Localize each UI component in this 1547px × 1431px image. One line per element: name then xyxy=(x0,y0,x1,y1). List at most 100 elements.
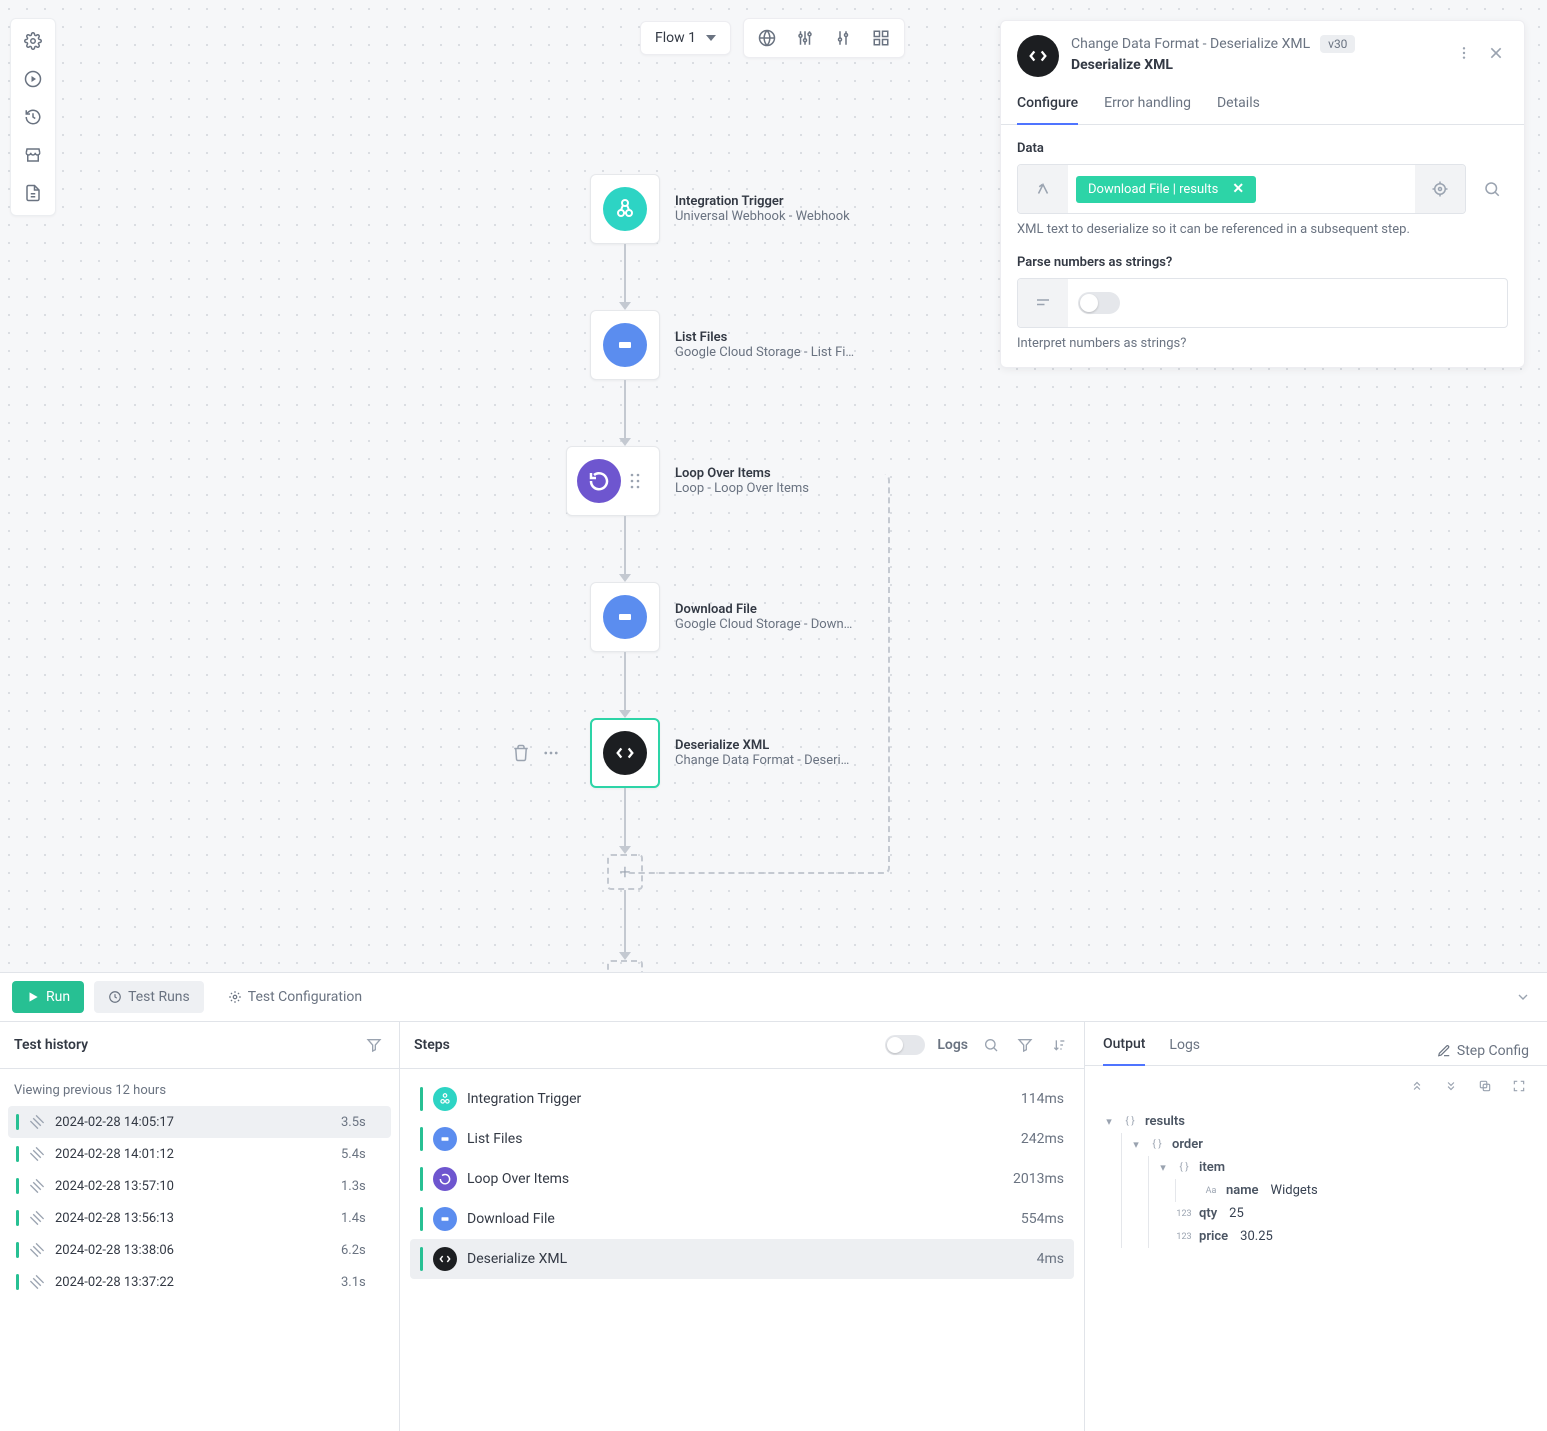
history-row[interactable]: 2024-02-28 13:57:10 1.3s xyxy=(8,1170,391,1202)
data-pill[interactable]: Download File | results ✕ xyxy=(1076,176,1256,203)
node-title: Deserialize XML xyxy=(675,738,849,753)
flow-icon xyxy=(26,1175,49,1198)
tab-details[interactable]: Details xyxy=(1217,95,1260,124)
loop-boundary xyxy=(625,474,890,874)
sliders-icon[interactable] xyxy=(786,23,824,53)
history-row[interactable]: 2024-02-28 13:38:06 6.2s xyxy=(8,1234,391,1266)
step-config-button[interactable]: Step Config xyxy=(1437,1043,1529,1059)
history-timestamp: 2024-02-28 14:05:17 xyxy=(55,1115,331,1130)
step-name: Loop Over Items xyxy=(467,1171,1003,1187)
history-row[interactable]: 2024-02-28 14:05:17 3.5s xyxy=(8,1106,391,1138)
left-toolbar xyxy=(10,18,56,216)
more-icon[interactable] xyxy=(542,744,560,762)
history-timestamp: 2024-02-28 13:57:10 xyxy=(55,1179,331,1194)
output-panel: Output Logs Step Config ▾{ } xyxy=(1085,1022,1547,1431)
parse-toggle-row xyxy=(1017,278,1508,328)
test-history-panel: Test history Viewing previous 12 hours 2… xyxy=(0,1022,400,1431)
target-icon[interactable] xyxy=(1415,165,1465,213)
tab-logs[interactable]: Logs xyxy=(1169,1037,1200,1065)
node-trigger[interactable]: Integration Trigger Universal Webhook - … xyxy=(590,174,910,244)
reference-icon xyxy=(1018,165,1068,213)
data-label: Data xyxy=(1017,141,1508,156)
test-runs-button[interactable]: Test Runs xyxy=(94,981,204,1013)
tree-leaf[interactable]: 123 qty 25 xyxy=(1157,1202,1529,1225)
step-name: Deserialize XML xyxy=(467,1251,1027,1267)
play-icon[interactable] xyxy=(15,61,51,97)
tree-leaf[interactable]: Aa name Widgets xyxy=(1184,1179,1529,1202)
step-time: 554ms xyxy=(1021,1211,1064,1227)
node-title: List Files xyxy=(675,330,854,345)
step-time: 2013ms xyxy=(1013,1171,1064,1187)
parse-help: Interpret numbers as strings? xyxy=(1017,336,1508,351)
sort-icon[interactable] xyxy=(1048,1034,1070,1056)
step-row[interactable]: List Files 242ms xyxy=(410,1119,1074,1159)
search-icon[interactable] xyxy=(980,1034,1002,1056)
tab-configure[interactable]: Configure xyxy=(1017,95,1078,125)
document-icon[interactable] xyxy=(15,175,51,211)
step-row[interactable]: Deserialize XML 4ms xyxy=(410,1239,1074,1279)
step-time: 114ms xyxy=(1021,1091,1064,1107)
tree-node[interactable]: ▾{ } order xyxy=(1130,1133,1529,1156)
loop-icon xyxy=(577,459,621,503)
history-row[interactable]: 2024-02-28 13:37:22 3.1s xyxy=(8,1266,391,1298)
history-duration: 1.3s xyxy=(341,1179,383,1194)
marketplace-icon[interactable] xyxy=(15,137,51,173)
tab-error-handling[interactable]: Error handling xyxy=(1104,95,1191,124)
webhook-icon xyxy=(603,187,647,231)
expand-all-icon[interactable] xyxy=(1441,1076,1461,1096)
step-config-label: Step Config xyxy=(1457,1043,1529,1059)
globe-icon[interactable] xyxy=(748,23,786,53)
component-icon xyxy=(1017,35,1059,77)
tree-node[interactable]: ▾{ } item xyxy=(1157,1156,1529,1179)
test-history-title: Test history xyxy=(14,1037,351,1053)
filter-icon[interactable] xyxy=(1014,1034,1036,1056)
node-subtitle: Loop - Loop Over Items xyxy=(675,481,809,496)
parse-toggle[interactable] xyxy=(1078,292,1120,314)
filter-icon[interactable] xyxy=(363,1034,385,1056)
tab-output[interactable]: Output xyxy=(1103,1036,1145,1066)
history-timestamp: 2024-02-28 13:37:22 xyxy=(55,1275,331,1290)
node-loop[interactable]: Loop Over Items Loop - Loop Over Items xyxy=(566,446,886,516)
flow-selector-label: Flow 1 xyxy=(655,30,696,46)
connector xyxy=(590,652,660,718)
tree-node[interactable]: ▾{ } results xyxy=(1103,1110,1529,1133)
copy-icon[interactable] xyxy=(1475,1076,1495,1096)
node-subtitle: Google Cloud Storage - List Fi… xyxy=(675,345,854,360)
bottom-bar: Run Test Runs Test Configuration xyxy=(0,972,1547,1021)
node-list-files[interactable]: List Files Google Cloud Storage - List F… xyxy=(590,310,910,380)
history-row[interactable]: 2024-02-28 13:56:13 1.4s xyxy=(8,1202,391,1234)
collapse-icon[interactable] xyxy=(1511,985,1535,1009)
logs-toggle[interactable] xyxy=(885,1035,925,1055)
delete-icon[interactable] xyxy=(512,744,530,762)
step-icon xyxy=(433,1127,457,1151)
test-config-button[interactable]: Test Configuration xyxy=(214,981,376,1013)
remove-pill-icon[interactable]: ✕ xyxy=(1232,182,1244,196)
close-icon[interactable] xyxy=(1484,41,1508,65)
status-accent xyxy=(16,1242,19,1258)
connector xyxy=(590,516,660,582)
step-row[interactable]: Integration Trigger 114ms xyxy=(410,1079,1074,1119)
flow-selector[interactable]: Flow 1 xyxy=(640,21,731,55)
run-button[interactable]: Run xyxy=(12,981,84,1013)
settings-icon[interactable] xyxy=(15,23,51,59)
node-title: Loop Over Items xyxy=(675,466,809,481)
add-step-button[interactable]: + xyxy=(607,960,643,972)
fullscreen-icon[interactable] xyxy=(1509,1076,1529,1096)
step-icon xyxy=(433,1207,457,1231)
step-name: Download File xyxy=(467,1211,1011,1227)
grid-icon[interactable] xyxy=(862,23,900,53)
collapse-all-icon[interactable] xyxy=(1407,1076,1427,1096)
tree-leaf[interactable]: 123 price 30.25 xyxy=(1157,1225,1529,1248)
tune-icon[interactable] xyxy=(824,23,862,53)
search-icon[interactable] xyxy=(1476,164,1508,214)
history-row[interactable]: 2024-02-28 14:01:12 5.4s xyxy=(8,1138,391,1170)
drag-handle-icon[interactable] xyxy=(621,472,649,490)
history-icon[interactable] xyxy=(15,99,51,135)
output-tree: ▾{ } results ▾{ } order ▾{ } item Aa xyxy=(1085,1106,1547,1266)
step-row[interactable]: Download File 554ms xyxy=(410,1199,1074,1239)
data-input[interactable]: Download File | results ✕ xyxy=(1017,164,1466,214)
node-deserialize[interactable]: Deserialize XML Change Data Format - Des… xyxy=(590,718,910,788)
step-row[interactable]: Loop Over Items 2013ms xyxy=(410,1159,1074,1199)
more-icon[interactable] xyxy=(1452,41,1476,65)
step-icon xyxy=(433,1087,457,1111)
